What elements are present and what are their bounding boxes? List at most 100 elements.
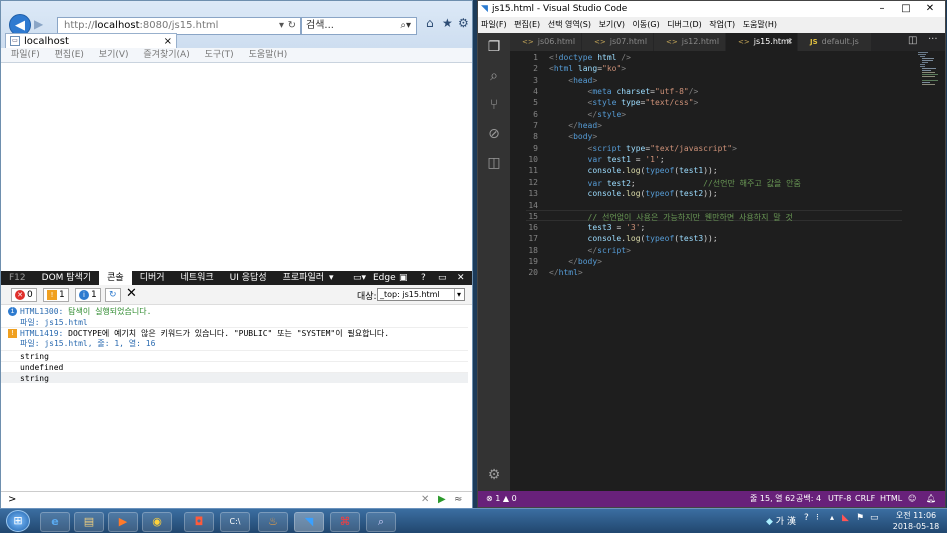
media-player-taskbar-icon[interactable]: ▶ [108, 512, 138, 532]
search-icon[interactable]: ⌕▾ [400, 18, 411, 34]
close-tab-icon[interactable]: ✕ [786, 33, 793, 51]
close-tab-icon[interactable]: × [164, 34, 172, 49]
more-actions-icon[interactable]: ··· [928, 34, 938, 45]
minimap[interactable] [918, 51, 940, 91]
undock-icon[interactable]: ▭ [438, 271, 447, 285]
gear-icon[interactable]: ⚙ [458, 16, 469, 30]
explorer-icon[interactable]: ❐ [478, 39, 510, 55]
message-code[interactable]: HTML1419: [20, 329, 63, 338]
message-code[interactable]: HTML1300: [20, 307, 63, 316]
menu-tools[interactable]: 도구(T) [205, 50, 234, 60]
vscode-taskbar-icon[interactable]: ◥ [294, 512, 324, 532]
refresh-icon[interactable]: ↻ [288, 18, 296, 34]
line-number: 9 [533, 144, 538, 153]
favorites-star-icon[interactable]: ★ [442, 16, 453, 30]
menu-favorites[interactable]: 즐겨찾기(A) [143, 50, 189, 60]
flag-icon[interactable]: ⚑ [856, 513, 864, 523]
home-icon[interactable]: ⌂ [426, 16, 434, 30]
chrome-taskbar-icon[interactable]: ◉ [142, 512, 172, 532]
pdf-reader-taskbar-icon[interactable]: ⌘ [330, 512, 360, 532]
menu-edit[interactable]: 편집(E) [55, 50, 84, 60]
errors-filter-button[interactable]: ✕ 0 [11, 288, 37, 302]
chevron-down-icon[interactable]: ▾ [453, 289, 463, 300]
help-icon[interactable]: ? [804, 513, 809, 523]
menu-go[interactable]: 이동(G) [633, 20, 660, 29]
errors-count: 0 [27, 290, 33, 300]
search-tool-taskbar-icon[interactable]: ⌕ [366, 512, 396, 532]
tab-default-js[interactable]: JS default.js [798, 33, 872, 51]
maximize-icon[interactable]: □ [894, 2, 918, 15]
close-devtools-icon[interactable]: ✕ [457, 271, 465, 285]
browser-tab[interactable]: ▭ localhost × [5, 33, 177, 49]
cursor-position[interactable]: 줄 15, 열 62 [750, 491, 795, 507]
menu-debug[interactable]: 디버그(D) [667, 20, 701, 29]
info-filter-button[interactable]: i1 [75, 288, 101, 302]
forward-button[interactable]: ▶ [34, 17, 43, 31]
run-icon[interactable]: ▶ [438, 492, 446, 507]
menu-file[interactable]: 파일(F) [11, 50, 40, 60]
indentation[interactable]: 공백: 4 [796, 491, 821, 507]
network-icon[interactable]: ▭ [870, 513, 879, 523]
tab-label: default.js [821, 37, 859, 46]
ie-taskbar-icon[interactable]: e [40, 512, 70, 532]
source-control-icon[interactable]: ⑂ [478, 97, 510, 113]
feedback-smiley-icon[interactable]: ☺ [908, 491, 916, 507]
clear-input-icon[interactable]: ✕ [421, 492, 429, 507]
menu-help[interactable]: 도움말(H) [249, 50, 288, 60]
menu-file[interactable]: 파일(F) [481, 20, 507, 29]
ime-indicator[interactable]: ◆ 가 漢 [766, 514, 796, 527]
tab-dom-explorer[interactable]: DOM 탐색기 [34, 271, 99, 285]
expand-icon[interactable]: ≈ [454, 492, 462, 507]
tab-js15[interactable]: <> js15.html ✕ [726, 33, 798, 51]
debug-icon[interactable]: ⊘ [478, 126, 510, 142]
explorer-taskbar-icon[interactable]: ▤ [74, 512, 104, 532]
clock[interactable]: 오전 11:06 2018-05-18 [888, 510, 944, 532]
cmd-taskbar-icon[interactable]: C:\ [220, 512, 250, 532]
split-editor-icon[interactable]: ◫ [908, 35, 917, 46]
dropdown-icon[interactable]: ▾ [279, 18, 284, 34]
console-message-location[interactable]: 파일: js15.html, 줄: 1, 열: 16 [1, 338, 468, 349]
settings-icon[interactable]: ⁝ [816, 513, 819, 523]
menu-view[interactable]: 보기(V) [99, 50, 129, 60]
start-button[interactable]: ⊞ [6, 510, 30, 532]
extensions-icon[interactable]: ◫ [478, 155, 510, 171]
line-ending[interactable]: CRLF [855, 491, 875, 507]
tab-network[interactable]: 네트워크 [173, 271, 222, 285]
edge-mode-label[interactable]: Edge [373, 271, 396, 285]
tab-js12[interactable]: <> js12.html [654, 33, 726, 51]
app-taskbar-icon[interactable]: ◘ [184, 512, 214, 532]
more-tabs-icon[interactable]: ▾ [321, 271, 342, 285]
warnings-filter-button[interactable]: ! 1 [43, 288, 69, 302]
line-number: 5 [533, 98, 538, 107]
emulation-icon[interactable]: ▭▾ [353, 271, 366, 285]
menu-help[interactable]: 도움말(H) [743, 20, 777, 29]
problems-indicator[interactable]: ⊗ 1 ▲ 0 [486, 491, 517, 507]
tray-expand-icon[interactable]: ▴ [830, 513, 834, 522]
clear-console-icon[interactable]: ✕ [126, 286, 137, 301]
notifications-bell-icon[interactable]: 🔔︎ [926, 491, 936, 507]
tray-app-icon[interactable]: ◣ [842, 513, 849, 523]
tab-js06[interactable]: <> js06.html [510, 33, 582, 51]
console-input[interactable]: > ✕ ▶ ≈ [1, 491, 472, 508]
menu-selection[interactable]: 선택 영역(S) [548, 20, 591, 29]
menu-tasks[interactable]: 작업(T) [709, 20, 735, 29]
java-taskbar-icon[interactable]: ♨ [258, 512, 288, 532]
clear-on-navigate-icon[interactable]: ↻ [105, 288, 121, 302]
code-editor[interactable]: 1 2 3 4 5 6 7 8 9 10 11 12 13 14 15 16 17 18 19 20 <!doctyp… [510, 51, 945, 491]
tab-ui-responsiveness[interactable]: UI 응답성 [222, 271, 275, 285]
gear-icon[interactable]: ⚙ [478, 467, 510, 483]
close-icon[interactable]: ✕ [918, 2, 942, 15]
menu-edit[interactable]: 편집(E) [514, 20, 540, 29]
search-icon[interactable]: ⌕ [478, 68, 510, 84]
language-mode[interactable]: HTML [880, 491, 902, 507]
target-select[interactable]: _top: js15.html ▾ [377, 288, 465, 301]
help-icon[interactable]: ? [421, 271, 426, 285]
tab-debugger[interactable]: 디버거 [132, 271, 173, 285]
minimize-icon[interactable]: – [870, 2, 894, 15]
console-toggle-icon[interactable]: ▣ [399, 271, 408, 285]
tab-js07[interactable]: <> js07.html [582, 33, 654, 51]
encoding[interactable]: UTF-8 [828, 491, 851, 507]
search-box[interactable]: 검색... ⌕▾ [301, 17, 417, 35]
tab-console[interactable]: 콘솔 [99, 271, 132, 285]
menu-view[interactable]: 보기(V) [599, 20, 625, 29]
